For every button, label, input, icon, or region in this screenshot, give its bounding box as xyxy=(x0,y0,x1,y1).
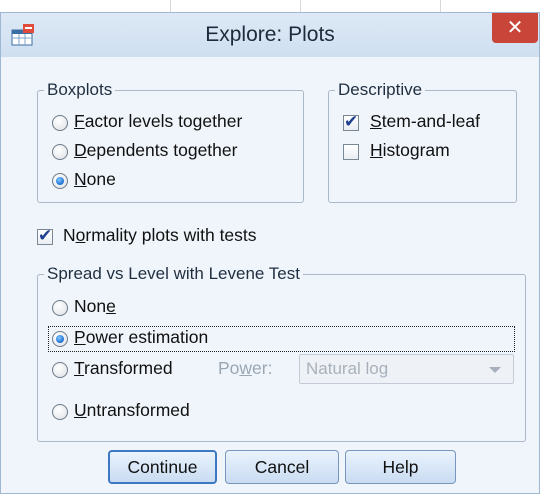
normality-plots-label[interactable]: Normality plots with tests xyxy=(63,225,257,246)
divider xyxy=(170,0,171,12)
transformed-label[interactable]: Transformed xyxy=(74,358,173,379)
untransformed-radio[interactable] xyxy=(52,404,68,420)
factor-levels-radio[interactable] xyxy=(52,115,68,131)
factor-levels-label[interactable]: Factor levels together xyxy=(74,111,242,132)
power-select-value: Natural log xyxy=(306,359,389,378)
close-icon: ✕ xyxy=(506,17,524,39)
dependents-together-label[interactable]: Dependents together xyxy=(74,140,237,161)
spread-none-label[interactable]: None xyxy=(74,296,116,317)
window-title: Explore: Plots xyxy=(205,23,335,46)
histogram-checkbox[interactable] xyxy=(343,144,359,160)
divider xyxy=(440,0,441,12)
boxplots-legend: Boxplots xyxy=(47,80,113,99)
dependents-together-radio[interactable] xyxy=(52,144,68,160)
help-button[interactable]: Help xyxy=(345,450,456,484)
stem-and-leaf-label[interactable]: Stem-and-leaf xyxy=(370,111,480,132)
power-select[interactable]: Natural log xyxy=(299,354,514,384)
close-button[interactable]: ✕ xyxy=(492,13,538,43)
power-estimation-label[interactable]: Power estimation xyxy=(74,327,208,348)
spread-vs-level-legend: Spread vs Level with Levene Test xyxy=(47,264,300,283)
power-estimation-radio[interactable] xyxy=(52,331,68,347)
stem-and-leaf-checkbox[interactable] xyxy=(343,112,359,132)
cancel-button[interactable]: Cancel xyxy=(225,450,339,484)
divider xyxy=(300,0,301,12)
untransformed-label[interactable]: Untransformed xyxy=(74,400,190,421)
descriptive-legend: Descriptive xyxy=(338,80,423,99)
boxplots-none-label[interactable]: None xyxy=(74,169,116,190)
boxplots-none-radio[interactable] xyxy=(52,173,68,189)
continue-button[interactable]: Continue xyxy=(108,450,217,484)
explore-plots-dialog: Explore: Plots ✕ Boxplots Factor levels … xyxy=(0,12,540,494)
dialog-body: Boxplots Factor levels together Dependen… xyxy=(1,57,539,493)
background-window-strip xyxy=(0,0,540,12)
chevron-down-icon xyxy=(489,367,501,373)
power-label: Power: xyxy=(218,358,273,378)
title-bar: Explore: Plots ✕ xyxy=(1,13,539,57)
transformed-radio[interactable] xyxy=(52,362,68,378)
spread-none-radio[interactable] xyxy=(52,300,68,316)
normality-plots-checkbox[interactable] xyxy=(37,226,53,246)
histogram-label[interactable]: Histogram xyxy=(370,140,450,161)
